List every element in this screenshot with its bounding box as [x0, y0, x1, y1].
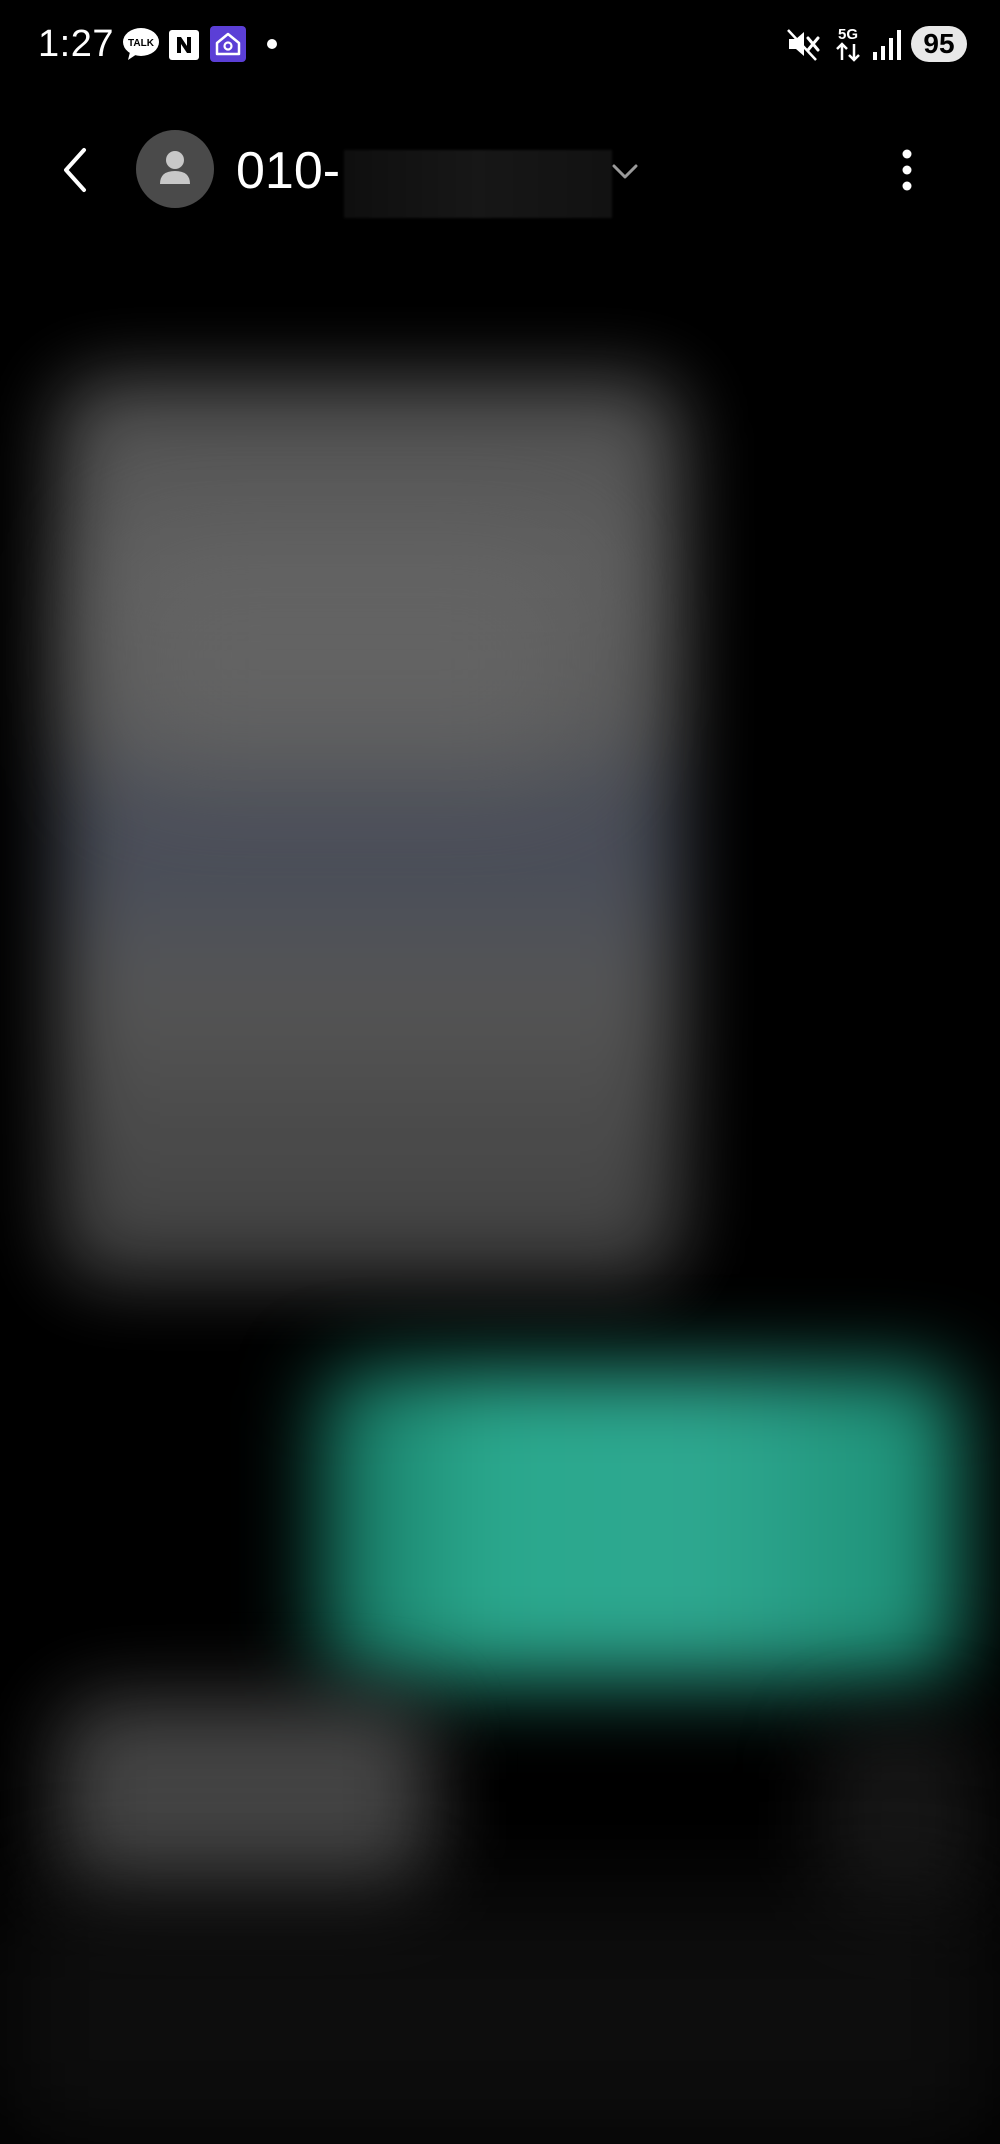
more-vertical-icon[interactable] [880, 140, 934, 200]
signal-icon [873, 30, 901, 60]
mute-icon [787, 29, 820, 61]
5g-data-icon: 5G [836, 26, 860, 62]
person-icon [160, 151, 190, 184]
status-time: 1:27 [38, 23, 114, 65]
received-message-bubble[interactable] [60, 380, 680, 1280]
avatar[interactable] [136, 130, 214, 208]
network-label: 5G [838, 26, 858, 43]
svg-text:TALK: TALK [128, 38, 155, 49]
message-input-area [0, 1890, 1000, 2144]
kakaotalk-icon: TALK [123, 28, 159, 60]
message-list[interactable] [0, 250, 1000, 2144]
chevron-down-icon[interactable] [608, 154, 642, 188]
conversation-header: 010- [0, 110, 1000, 230]
contact-number: 010- [236, 142, 341, 200]
contact-title[interactable]: 010- [236, 136, 612, 218]
home-app-icon [210, 26, 246, 62]
sent-message-bubble[interactable] [320, 1370, 960, 1680]
redacted-number [344, 150, 612, 218]
received-message-content [110, 540, 590, 780]
battery-indicator: 95 [911, 26, 967, 62]
notification-dot-icon [267, 39, 277, 49]
chevron-left-icon[interactable] [50, 140, 102, 200]
naver-icon [169, 30, 199, 60]
received-message-bubble-small[interactable] [60, 1700, 430, 1900]
status-bar: 1:27 TALK 5G 95 [0, 0, 1000, 90]
